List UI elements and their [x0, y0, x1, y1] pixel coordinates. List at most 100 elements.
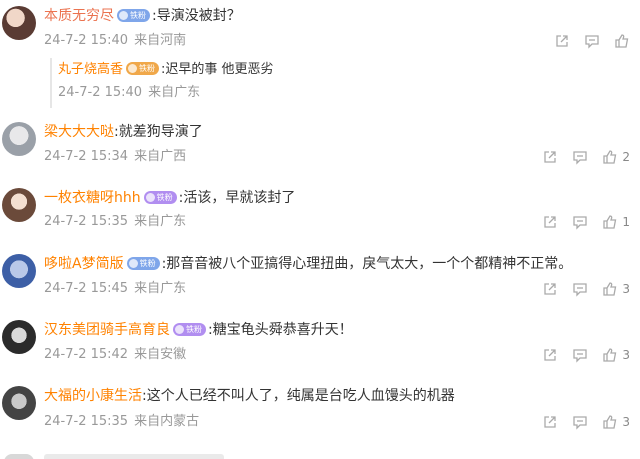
- comment-item: 一枚衣糖呀hhh 铁粉:活该，早就该封了 24-7-2 15:35 来自广东 1: [0, 184, 640, 244]
- comment-icon: [573, 151, 588, 165]
- comment-date: 24-7-2 15:40: [44, 33, 129, 48]
- comment-button[interactable]: [572, 214, 588, 230]
- like-button[interactable]: 2: [602, 149, 630, 165]
- comment-icon: [585, 35, 599, 49]
- comment-icon: [573, 349, 588, 363]
- share-icon: [544, 216, 557, 228]
- comment-icon: [573, 416, 588, 430]
- like-icon: [603, 415, 617, 429]
- comment-button[interactable]: [584, 33, 600, 49]
- like-button[interactable]: 1: [602, 214, 630, 230]
- share-button[interactable]: [542, 149, 558, 165]
- username[interactable]: 本质无穷尽: [44, 8, 114, 24]
- fan-badge: 铁粉: [126, 62, 160, 75]
- comment-text: :那音音被八个亚搞得心理扭曲，戾气太大，一个个都精神不正常。: [161, 256, 573, 272]
- like-icon: [603, 282, 617, 296]
- username[interactable]: 哆啦A梦简版: [44, 256, 124, 272]
- comment-line: 哆啦A梦简版 铁粉:那音音被八个亚搞得心理扭曲，戾气太大，一个个都精神不正常。: [44, 254, 572, 274]
- comment-date: 24-7-2 15:35: [44, 414, 129, 429]
- comment-location: 来自广西: [134, 149, 187, 164]
- fan-badge: 铁粉: [143, 190, 177, 204]
- comment-actions: 3: [528, 346, 630, 364]
- username[interactable]: 大福的小康生活: [44, 388, 142, 404]
- reply-text: :迟早的事 他更恶劣: [161, 62, 274, 77]
- comment-actions: [540, 32, 630, 50]
- share-button[interactable]: [542, 347, 558, 363]
- avatar[interactable]: [2, 188, 36, 222]
- comment-meta: 24-7-2 15:45 来自广东: [44, 280, 186, 298]
- reply-meta: 24-7-2 15:40 来自广东: [58, 84, 200, 102]
- cut-off-text: [44, 454, 224, 459]
- comment-actions: 2: [528, 148, 630, 166]
- avatar[interactable]: [2, 386, 36, 420]
- fan-badge: 铁粉: [173, 322, 206, 336]
- cut-off-avatar: [4, 454, 34, 459]
- comment-button[interactable]: [572, 347, 588, 363]
- like-icon: [603, 215, 617, 229]
- comment-item: 大福的小康生活:这个人已经不叫人了，纯属是台吃人血馒头的机器 24-7-2 15…: [0, 382, 640, 442]
- comment-actions: 3: [528, 280, 630, 298]
- comment-line: 汉东美团骑手高育良 铁粉:糖宝龟头舜恭喜升天！: [44, 320, 353, 340]
- comment-meta: 24-7-2 15:42 来自安徽: [44, 346, 186, 364]
- like-button[interactable]: [614, 33, 630, 49]
- comment-item: 本质无穷尽 铁粉:导演没被封？ 24-7-2 15:40 来自河南 丸子烧高香 铁粉:…: [0, 0, 640, 112]
- comment-location: 来自河南: [134, 33, 187, 48]
- share-button[interactable]: [542, 281, 558, 297]
- comment-text: :导演没被封？: [152, 8, 241, 24]
- comment-date: 24-7-2 15:45: [44, 281, 129, 296]
- avatar[interactable]: [2, 320, 36, 354]
- comment-meta: 24-7-2 15:34 来自广西: [44, 148, 186, 166]
- share-button[interactable]: [554, 33, 570, 49]
- comment-line: 本质无穷尽 铁粉:导演没被封？: [44, 6, 241, 26]
- like-count: 3: [622, 282, 630, 296]
- comment-meta: 24-7-2 15:40 来自河南: [44, 32, 186, 50]
- reply-username[interactable]: 丸子烧高香: [58, 62, 123, 77]
- comment-item: 哆啦A梦简版 铁粉:那音音被八个亚搞得心理扭曲，戾气太大，一个个都精神不正常。 2…: [0, 250, 640, 310]
- like-icon: [603, 348, 617, 362]
- username[interactable]: 梁大大大哒: [44, 124, 114, 140]
- comment-button[interactable]: [572, 281, 588, 297]
- comment-text: :糖宝龟头舜恭喜升天！: [208, 322, 353, 338]
- comment-date: 24-7-2 15:42: [44, 347, 129, 362]
- username[interactable]: 汉东美团骑手高育良: [44, 322, 170, 338]
- share-icon: [544, 416, 557, 428]
- like-count: 1: [622, 215, 630, 229]
- comment-item: 梁大大大哒:就差狗导演了 24-7-2 15:34 来自广西 2: [0, 118, 640, 178]
- comment-icon: [573, 283, 588, 297]
- like-icon: [615, 34, 629, 48]
- comment-location: 来自广东: [134, 281, 187, 296]
- share-icon: [544, 283, 557, 295]
- share-button[interactable]: [542, 214, 558, 230]
- comment-date: 24-7-2 15:34: [44, 149, 129, 164]
- avatar[interactable]: [2, 122, 36, 156]
- share-icon: [556, 35, 568, 47]
- avatar[interactable]: [2, 254, 36, 288]
- comment-date: 24-7-2 15:35: [44, 214, 129, 229]
- share-button[interactable]: [542, 414, 558, 430]
- comment-text: :活该，早就该封了: [178, 190, 296, 206]
- reply-location: 来自广东: [148, 85, 201, 100]
- like-button[interactable]: 3: [602, 347, 630, 363]
- comment-button[interactable]: [572, 414, 588, 430]
- comment-text: :就差狗导演了: [114, 124, 203, 140]
- like-count: 2: [622, 150, 630, 164]
- comment-actions: 3: [528, 413, 630, 431]
- like-icon: [603, 150, 617, 164]
- avatar[interactable]: [2, 6, 36, 40]
- comment-item: 汉东美团骑手高育良 铁粉:糖宝龟头舜恭喜升天！ 24-7-2 15:42 来自安徽 …: [0, 316, 640, 376]
- like-button[interactable]: 3: [602, 414, 630, 430]
- comment-location: 来自内蒙古: [134, 414, 200, 429]
- comment-button[interactable]: [572, 149, 588, 165]
- like-count: 3: [622, 415, 630, 429]
- comment-line: 大福的小康生活:这个人已经不叫人了，纯属是台吃人血馒头的机器: [44, 386, 455, 406]
- comment-text: :这个人已经不叫人了，纯属是台吃人血馒头的机器: [142, 388, 455, 404]
- reply-date: 24-7-2 15:40: [58, 85, 143, 100]
- next-comment-partial: [0, 448, 640, 459]
- comment-location: 来自广东: [134, 214, 187, 229]
- like-count: 3: [622, 348, 630, 362]
- reply-line: 丸子烧高香 铁粉:迟早的事 他更恶劣: [58, 60, 274, 80]
- like-button[interactable]: 3: [602, 281, 630, 297]
- comment-meta: 24-7-2 15:35 来自内蒙古: [44, 413, 199, 431]
- username[interactable]: 一枚衣糖呀hhh: [44, 190, 141, 206]
- comment-line: 梁大大大哒:就差狗导演了: [44, 122, 203, 142]
